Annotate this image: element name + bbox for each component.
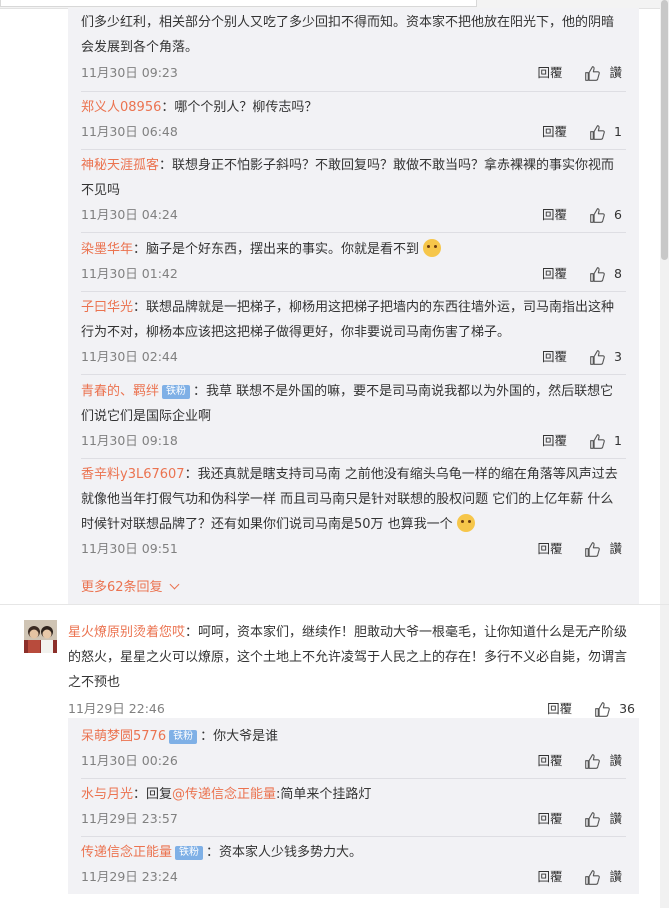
scrollbar-thumb[interactable]: [661, 0, 668, 260]
reply-item: 呆萌梦圆5776 铁粉 ：你大爷是谁 11月30日 00:26 回覆 讚: [81, 718, 626, 779]
like-button[interactable]: 6: [589, 203, 622, 227]
like-count: 1: [614, 433, 622, 448]
like-button[interactable]: 讚: [584, 749, 622, 773]
reply-time: 11月29日 23:57: [81, 811, 178, 826]
reply-text: ：脑子是个好东西，摆出来的事实。你就是看不到: [133, 242, 420, 257]
like-button[interactable]: 讚: [584, 61, 622, 85]
comment-divider: [0, 604, 669, 605]
like-button[interactable]: 讚: [584, 865, 622, 889]
reply-list: 们多少红利，相关部分个别人又吃了多少回扣不得而知。资本家不把他放在阳光下，他的阴…: [68, 8, 639, 604]
reply-button[interactable]: 回覆: [537, 61, 562, 85]
reply-username[interactable]: 水与月光: [81, 787, 133, 802]
thumb-up-icon: [585, 811, 601, 827]
thumb-up-icon: [585, 753, 601, 769]
reply-item: 香辛料y3L67607：我还真就是瞎支持司马南 之前他没有缩头乌龟一样的缩在角落…: [81, 458, 626, 561]
reply-button[interactable]: 回覆: [537, 807, 562, 831]
reply-username[interactable]: 呆萌梦圆5776: [81, 729, 166, 744]
reply-time: 11月30日 09:18: [81, 433, 178, 448]
reply-button[interactable]: 回覆: [537, 537, 562, 561]
comment-username[interactable]: 星火燎原别烫着您哎: [68, 625, 185, 640]
like-button[interactable]: 讚: [584, 537, 622, 561]
reply-button[interactable]: 回覆: [537, 865, 562, 889]
reply-time: 11月30日 02:44: [81, 349, 178, 364]
reply-item: 们多少红利，相关部分个别人又吃了多少回扣不得而知。资本家不把他放在阳光下，他的阴…: [81, 8, 626, 92]
thumb-up-icon: [590, 266, 605, 282]
chevron-down-icon: [169, 579, 179, 590]
avatar-image: [24, 620, 57, 653]
reply-username[interactable]: 青春的、羁绊: [81, 384, 159, 399]
reply-time: 11月30日 01:42: [81, 266, 178, 281]
thumb-up-icon: [585, 65, 601, 81]
fan-badge: 铁粉: [162, 385, 191, 399]
like-count: 讚: [609, 541, 622, 556]
doge-emoji-icon: [423, 239, 442, 257]
reply-text: ：哪个个别人？柳传志吗？: [161, 100, 318, 115]
reply-username[interactable]: 香辛料y3L67607: [81, 467, 185, 482]
thumb-up-icon: [590, 124, 605, 140]
reply-item: 传递信念正能量 铁粉 ：资本家人少钱多势力大。 11月29日 23:24 回覆 讚: [81, 836, 626, 889]
reply-username[interactable]: 郑义人08956: [81, 100, 161, 115]
like-button[interactable]: 讚: [584, 807, 622, 831]
address-field[interactable]: [0, 0, 477, 7]
reply-username[interactable]: 神秘天涯孤客: [81, 158, 159, 173]
more-replies-label: 更多62条回复: [81, 580, 163, 595]
reply-button[interactable]: 回覆: [537, 749, 562, 773]
thumb-up-icon: [590, 433, 605, 449]
reply-username[interactable]: 传递信念正能量: [81, 845, 172, 860]
like-count: 讚: [609, 869, 622, 884]
reply-time: 11月30日 04:24: [81, 207, 178, 222]
reply-item: 子曰华光：联想品牌就是一把梯子，柳杨用这把梯子把墙内的东西往墙外运，司马南指出这…: [81, 291, 626, 375]
like-count: 1: [614, 124, 622, 139]
reply-text: ：联想品牌就是一把梯子，柳杨用这把梯子把墙内的东西往墙外运，司马南指出这种行为不…: [81, 300, 615, 340]
fan-badge: 铁粉: [169, 730, 198, 744]
reply-button[interactable]: 回覆: [542, 203, 567, 227]
reply-username[interactable]: 子曰华光: [81, 300, 133, 315]
reply-button[interactable]: 回覆: [542, 345, 567, 369]
avatar[interactable]: [24, 620, 57, 653]
like-count: 6: [614, 207, 622, 222]
thumb-up-icon: [585, 869, 601, 885]
reply-button[interactable]: 回覆: [542, 120, 567, 144]
reply-time: 11月29日 23:24: [81, 869, 178, 884]
reply-text: ：回复: [133, 787, 173, 802]
reply-text: 们多少红利，相关部分个别人又吃了多少回扣不得而知。资本家不把他放在阳光下，他的阴…: [81, 15, 615, 55]
reply-text: ：你大爷是谁: [200, 729, 279, 744]
reply-item: 水与月光：回复@传递信念正能量:简单来个挂路灯 11月29日 23:57 回覆 …: [81, 778, 626, 837]
mention-link[interactable]: @传递信念正能量: [172, 787, 276, 802]
more-replies-link[interactable]: 更多62条回复: [81, 576, 179, 595]
reply-username[interactable]: 染墨华年: [81, 242, 133, 257]
reply-item: 青春的、羁绊 铁粉 ：我草 联想不是外国的嘛，要不是司马南说我都以为外国的，然后联想…: [81, 375, 626, 459]
like-count: 3: [614, 349, 622, 364]
doge-emoji-icon: [456, 514, 475, 532]
like-button[interactable]: 1: [589, 120, 622, 144]
like-count: 讚: [609, 811, 622, 826]
like-button[interactable]: 8: [589, 262, 622, 286]
thumb-up-icon: [585, 541, 601, 557]
fan-badge: 铁粉: [175, 846, 204, 860]
reply-time: 11月30日 00:26: [81, 753, 178, 768]
like-count: 8: [614, 266, 622, 281]
reply-text: ：联想身正不怕影子斜吗？不敢回复吗？敢做不敢当吗？拿赤裸裸的事实你视而不见吗: [81, 158, 615, 198]
reply-button[interactable]: 回覆: [542, 262, 567, 286]
like-button[interactable]: 3: [589, 345, 622, 369]
reply-time: 11月30日 09:23: [81, 65, 178, 80]
reply-item: 郑义人08956：哪个个别人？柳传志吗？ 11月30日 06:48 回覆 1: [81, 91, 626, 150]
reply-time: 11月30日 06:48: [81, 124, 178, 139]
scrollbar[interactable]: [660, 0, 669, 908]
reply-text: ：资本家人少钱多势力大。: [206, 845, 363, 860]
reply-button[interactable]: 回覆: [542, 429, 567, 453]
reply-item: 染墨华年：脑子是个好东西，摆出来的事实。你就是看不到 11月30日 01:42 …: [81, 233, 626, 292]
like-count: 讚: [609, 65, 622, 80]
reply-text: ：我草 联想不是外国的嘛，要不是司马南说我都以为外国的，然后联想它们说它们是国际…: [81, 384, 614, 424]
thumb-up-icon: [590, 207, 605, 223]
thumb-up-icon: [595, 701, 610, 717]
reply-item: 神秘天涯孤客：联想身正不怕影子斜吗？不敢回复吗？敢做不敢当吗？拿赤裸裸的事实你视…: [81, 149, 626, 233]
reply-text-continued: :简单来个挂路灯: [276, 787, 372, 802]
reply-list: 呆萌梦圆5776 铁粉 ：你大爷是谁 11月30日 00:26 回覆 讚 水与月光：…: [68, 718, 639, 894]
like-count: 讚: [609, 753, 622, 768]
reply-time: 11月30日 09:51: [81, 541, 178, 556]
thumb-up-icon: [590, 349, 605, 365]
like-button[interactable]: 1: [589, 429, 622, 453]
